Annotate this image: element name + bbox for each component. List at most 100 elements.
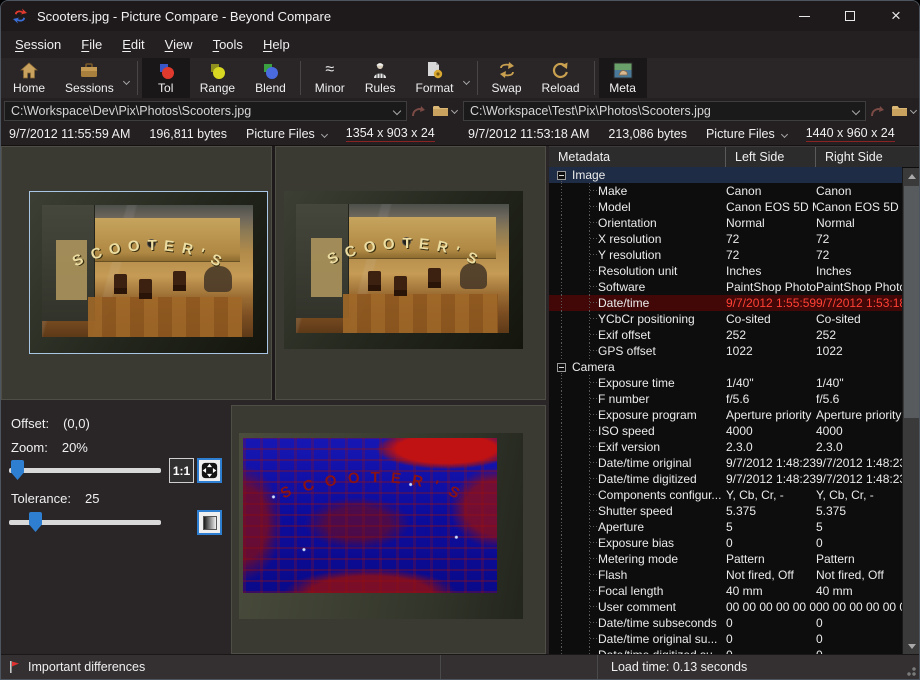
right-image[interactable]: SCOOTER'S [284,191,523,349]
metadata-row-exposure-bias[interactable]: Exposure bias00 [549,535,902,551]
metadata-row-aperture[interactable]: Aperture55 [549,519,902,535]
right-image-pane[interactable]: SCOOTER'S [275,146,546,400]
metadata-row-gps-offset[interactable]: GPS offset10221022 [549,343,902,359]
curved-arrow-icon[interactable] [410,102,428,120]
metadata-row-make[interactable]: MakeCanonCanon [549,183,902,199]
metadata-row-date-time-original-su[interactable]: Date/time original su...00 [549,631,902,647]
collapse-icon[interactable] [557,171,566,180]
sign-letter: O [108,239,123,258]
toolbar-separator [137,61,138,95]
minimize-button[interactable] [781,1,827,31]
menu-item-help[interactable]: Help [253,33,300,56]
metadata-row-f-number[interactable]: F numberf/5.6f/5.6 [549,391,902,407]
home-button[interactable]: Home [3,58,55,98]
left-image-pane[interactable]: SCOOTER'S [1,146,272,400]
metadata-row-model[interactable]: ModelCanon EOS 5D MaCanon EOS 5D Ma [549,199,902,215]
metadata-label: Metering mode [598,552,678,566]
curved-arrow-icon[interactable] [869,102,887,120]
metadata-row-exposure-time[interactable]: Exposure time1/40"1/40" [549,375,902,391]
meta-button[interactable]: Meta [599,58,647,98]
range-button[interactable]: Range [190,58,245,98]
metadata-row-exposure-program[interactable]: Exposure programAperture priorityApertur… [549,407,902,423]
tolerance-slider[interactable] [9,520,161,525]
metadata-row-components-configur[interactable]: Components configur...Y, Cb, Cr, -Y, Cb,… [549,487,902,503]
left-image[interactable]: SCOOTER'S [29,191,268,354]
difference-pane[interactable]: SCOOTER'S [231,405,546,654]
tolerance-mode-button[interactable] [197,510,222,535]
chevron-down-icon[interactable] [852,106,860,114]
tol-button[interactable]: Tol [142,58,190,98]
metadata-row-date-time-digitized[interactable]: Date/time digitized9/7/2012 1:48:239/7/2… [549,471,902,487]
metadata-row-focal-length[interactable]: Focal length40 mm40 mm [549,583,902,599]
metadata-row-flash[interactable]: FlashNot fired, OffNot fired, Off [549,567,902,583]
metadata-row-exif-version[interactable]: Exif version2.3.02.3.0 [549,439,902,455]
column-header-metadata[interactable]: Metadata [549,147,726,167]
scroll-up-arrow[interactable] [903,168,919,184]
minor-button[interactable]: ≈Minor [305,58,355,98]
format-button[interactable]: Format [406,58,464,98]
difference-image[interactable]: SCOOTER'S [239,433,523,619]
resize-grip[interactable] [906,666,916,676]
menu-item-edit[interactable]: Edit [112,33,154,56]
sign-letter: E [390,469,402,487]
swap-button[interactable]: Swap [482,58,532,98]
right-file-type-dropdown[interactable]: Picture Files [706,127,787,141]
metadata-row-date-time-subseconds[interactable]: Date/time subseconds00 [549,615,902,631]
metadata-row-metering-mode[interactable]: Metering modePatternPattern [549,551,902,567]
metadata-row-y-resolution[interactable]: Y resolution7272 [549,247,902,263]
chevron-down-icon[interactable] [393,106,401,114]
metadata-row-date-time[interactable]: Date/time9/7/2012 1:55:599/7/2012 1:53:1… [549,295,902,311]
sessions-button[interactable]: Sessions [55,58,124,98]
metadata-label: Focal length [598,584,663,598]
menu-item-file[interactable]: File [71,33,112,56]
metadata-row-camera[interactable]: Camera [549,359,902,375]
metadata-row-date-time-original[interactable]: Date/time original9/7/2012 1:48:239/7/20… [549,455,902,471]
chair-silhouette [368,271,381,291]
folder-icon[interactable] [431,102,449,120]
format-dropdown[interactable] [464,58,473,98]
blend-button[interactable]: Blend [245,58,296,98]
metadata-row-x-resolution[interactable]: X resolution7272 [549,231,902,247]
left-path-input[interactable]: C:\Workspace\Dev\Pix\Photos\Scooters.jpg [4,101,407,121]
metadata-label: Date/time [598,296,649,310]
sign-letter: O [347,469,361,487]
column-header-left-side[interactable]: Left Side [726,147,816,167]
metadata-row-resolution-unit[interactable]: Resolution unitInchesInches [549,263,902,279]
menu-item-session[interactable]: Session [5,33,71,56]
maximize-button[interactable] [827,1,873,31]
zoom-slider[interactable] [9,468,161,473]
rules-button[interactable]: Rules [355,58,406,98]
status-load-time-text: Load time: 0.13 seconds [611,660,747,674]
metadata-row-shutter-speed[interactable]: Shutter speed5.3755.375 [549,503,902,519]
metadata-row-ycbcr-positioning[interactable]: YCbCr positioningCo-sitedCo-sited [549,311,902,327]
left-file-type-dropdown[interactable]: Picture Files [246,127,327,141]
menu-item-view[interactable]: View [155,33,203,56]
collapse-icon[interactable] [557,363,566,372]
chevron-down-icon[interactable] [451,107,458,114]
metadata-row-image[interactable]: Image [549,167,902,183]
metadata-row-iso-speed[interactable]: ISO speed40004000 [549,423,902,439]
column-header-right-side[interactable]: Right Side [816,147,919,167]
menu-item-tools[interactable]: Tools [203,33,253,56]
metadata-row-orientation[interactable]: OrientationNormalNormal [549,215,902,231]
close-button[interactable]: × [873,1,919,31]
right-path-input[interactable]: C:\Workspace\Test\Pix\Photos\Scooters.jp… [463,101,866,121]
tolerance-slider-thumb[interactable] [29,512,42,532]
app-window: Scooters.jpg - Picture Compare - Beyond … [0,0,920,680]
metadata-scrollbar[interactable] [902,168,919,654]
metadata-row-exif-offset[interactable]: Exif offset252252 [549,327,902,343]
actual-size-button[interactable]: 1:1 [169,458,194,483]
sessions-dropdown[interactable] [124,58,133,98]
scroll-down-arrow[interactable] [903,638,919,654]
folder-icon[interactable] [890,102,908,120]
fit-to-window-button[interactable] [197,458,222,483]
chevron-down-icon[interactable] [910,107,917,114]
metadata-row-date-time-digitized-su[interactable]: Date/time digitized su...00 [549,647,902,654]
reload-button[interactable]: Reload [532,58,590,98]
scrollbar-thumb[interactable] [904,186,919,418]
metadata-row-user-comment[interactable]: User comment00 00 00 00 00 00 000 00 00 … [549,599,902,615]
right-path-text: C:\Workspace\Test\Pix\Photos\Scooters.jp… [470,104,711,118]
zoom-slider-thumb[interactable] [11,460,24,480]
metadata-row-software[interactable]: SoftwarePaintShop PhotoPaintShop Photo [549,279,902,295]
metadata-right-value: 2.3.0 [816,440,902,454]
